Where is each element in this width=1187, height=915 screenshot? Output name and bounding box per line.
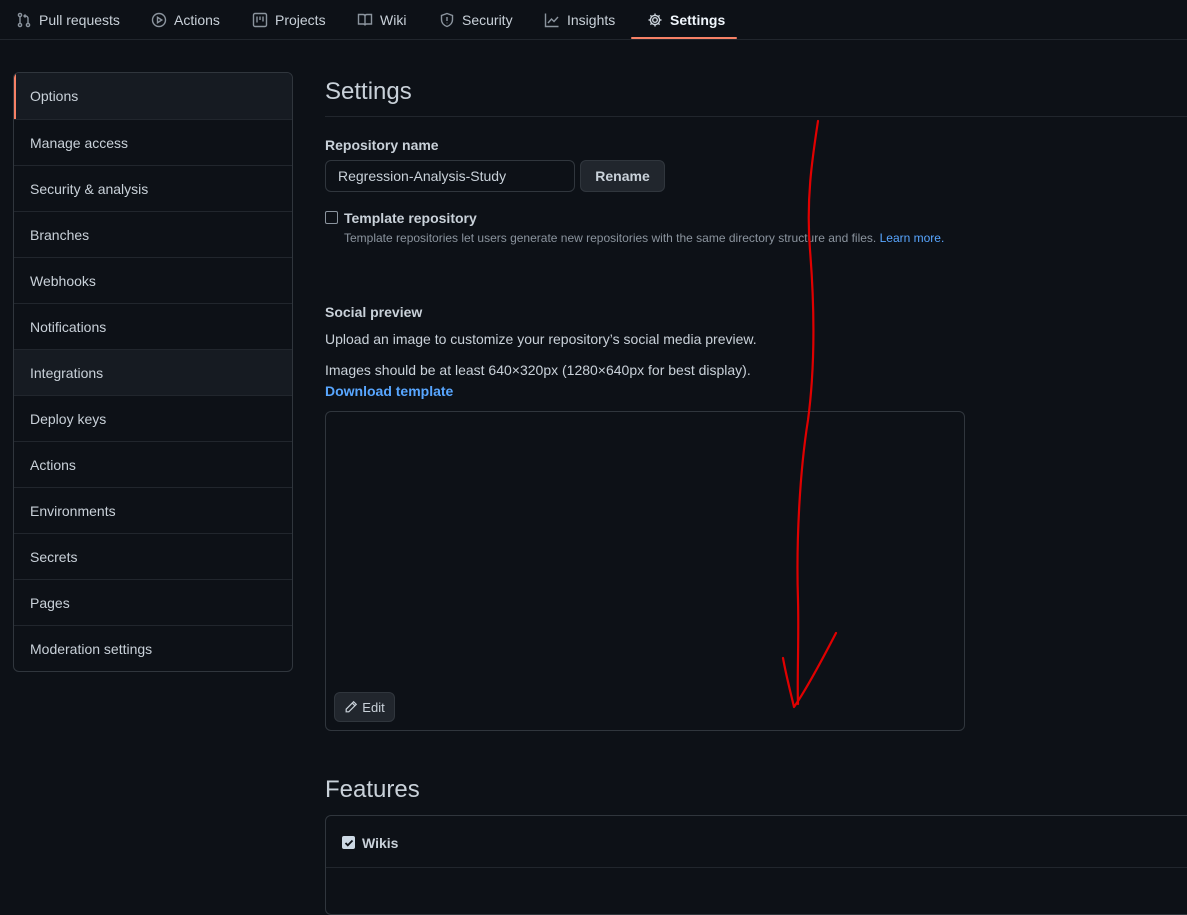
wikis-checkbox[interactable]: [342, 836, 355, 849]
tab-label: Insights: [567, 12, 616, 28]
edit-button-label: Edit: [362, 699, 385, 715]
features-heading: Features: [325, 776, 420, 803]
gear-icon: [648, 13, 662, 27]
sidebar-item-environments[interactable]: Environments: [14, 487, 292, 533]
tab-label: Actions: [174, 12, 220, 28]
shield-icon: [440, 12, 454, 28]
learn-more-link[interactable]: Learn more.: [880, 231, 945, 245]
sidebar-item-secrets[interactable]: Secrets: [14, 533, 292, 579]
social-preview-heading: Social preview: [325, 304, 423, 320]
tab-label: Security: [462, 12, 513, 28]
features-box: Wikis: [325, 815, 1187, 915]
check-icon: [344, 839, 354, 847]
edit-button[interactable]: Edit: [334, 692, 395, 722]
sidebar-item-label: Webhooks: [30, 272, 96, 289]
sidebar-item-notifications[interactable]: Notifications: [14, 303, 292, 349]
tab-projects[interactable]: Projects: [252, 0, 326, 40]
page-title: Settings: [325, 78, 412, 105]
sidebar-item-label: Moderation settings: [30, 640, 153, 657]
features-row-divider: [326, 867, 1187, 868]
tab-pull-requests[interactable]: Pull requests: [16, 0, 120, 40]
sidebar-item-pages[interactable]: Pages: [14, 579, 292, 625]
template-repository-label: Template repository: [344, 210, 477, 226]
sidebar-item-branches[interactable]: Branches: [14, 211, 292, 257]
sidebar-item-label: Secrets: [30, 548, 78, 565]
tab-actions[interactable]: Actions: [151, 0, 220, 40]
sidebar-item-label: Notifications: [30, 318, 107, 335]
play-icon: [151, 12, 167, 28]
sidebar-item-label: Manage access: [30, 134, 129, 151]
template-repository-checkbox[interactable]: [325, 211, 338, 224]
sidebar-item-moderation-settings[interactable]: Moderation settings: [14, 625, 292, 671]
sidebar-item-webhooks[interactable]: Webhooks: [14, 257, 292, 303]
repo-name-input[interactable]: [325, 160, 575, 192]
sidebar-item-label: Security & analysis: [30, 180, 149, 197]
tab-label: Wiki: [380, 12, 407, 28]
sidebar-item-label: Options: [30, 88, 79, 104]
tab-label: Projects: [275, 12, 326, 28]
tab-insights[interactable]: Insights: [544, 0, 615, 40]
template-repository-note: Template repositories let users generate…: [344, 231, 944, 245]
tab-label: Settings: [670, 12, 726, 28]
sidebar-item-actions[interactable]: Actions: [14, 441, 292, 487]
tab-wiki[interactable]: Wiki: [357, 0, 406, 40]
sidebar-item-label: Integrations: [30, 364, 104, 381]
title-divider: [325, 116, 1187, 117]
sidebar-item-security-analysis[interactable]: Security & analysis: [14, 165, 292, 211]
sidebar-item-label: Environments: [30, 502, 116, 519]
sidebar-item-label: Branches: [30, 226, 90, 243]
wikis-label: Wikis: [362, 835, 399, 851]
sidebar-item-options[interactable]: Options: [14, 73, 292, 119]
graph-icon: [544, 13, 559, 28]
tab-security[interactable]: Security: [439, 0, 513, 40]
download-template-link[interactable]: Download template: [325, 383, 453, 399]
settings-sidebar: Options Manage access Security & analysi…: [13, 72, 293, 672]
sidebar-item-integrations[interactable]: Integrations: [14, 349, 292, 395]
sidebar-item-label: Actions: [30, 456, 76, 473]
social-preview-description: Upload an image to customize your reposi…: [325, 331, 757, 347]
repo-nav: Pull requests Actions Projects Wiki Secu…: [0, 0, 1187, 40]
book-icon: [357, 13, 373, 26]
sidebar-item-deploy-keys[interactable]: Deploy keys: [14, 395, 292, 441]
active-tab-indicator: [631, 37, 737, 39]
social-preview-size-hint: Images should be at least 640×320px (128…: [325, 362, 751, 378]
sidebar-item-manage-access[interactable]: Manage access: [14, 119, 292, 165]
tab-settings[interactable]: Settings: [647, 0, 725, 40]
project-icon: [252, 12, 268, 28]
tab-label: Pull requests: [39, 12, 120, 28]
rename-button[interactable]: Rename: [580, 160, 665, 192]
social-preview-image-area: Edit: [325, 411, 965, 731]
template-note-text: Template repositories let users generate…: [344, 231, 877, 245]
repo-name-label: Repository name: [325, 137, 439, 153]
sidebar-item-label: Deploy keys: [30, 410, 107, 427]
sidebar-item-label: Pages: [30, 594, 70, 611]
pull-request-icon: [17, 12, 31, 28]
pencil-icon: [345, 700, 358, 713]
